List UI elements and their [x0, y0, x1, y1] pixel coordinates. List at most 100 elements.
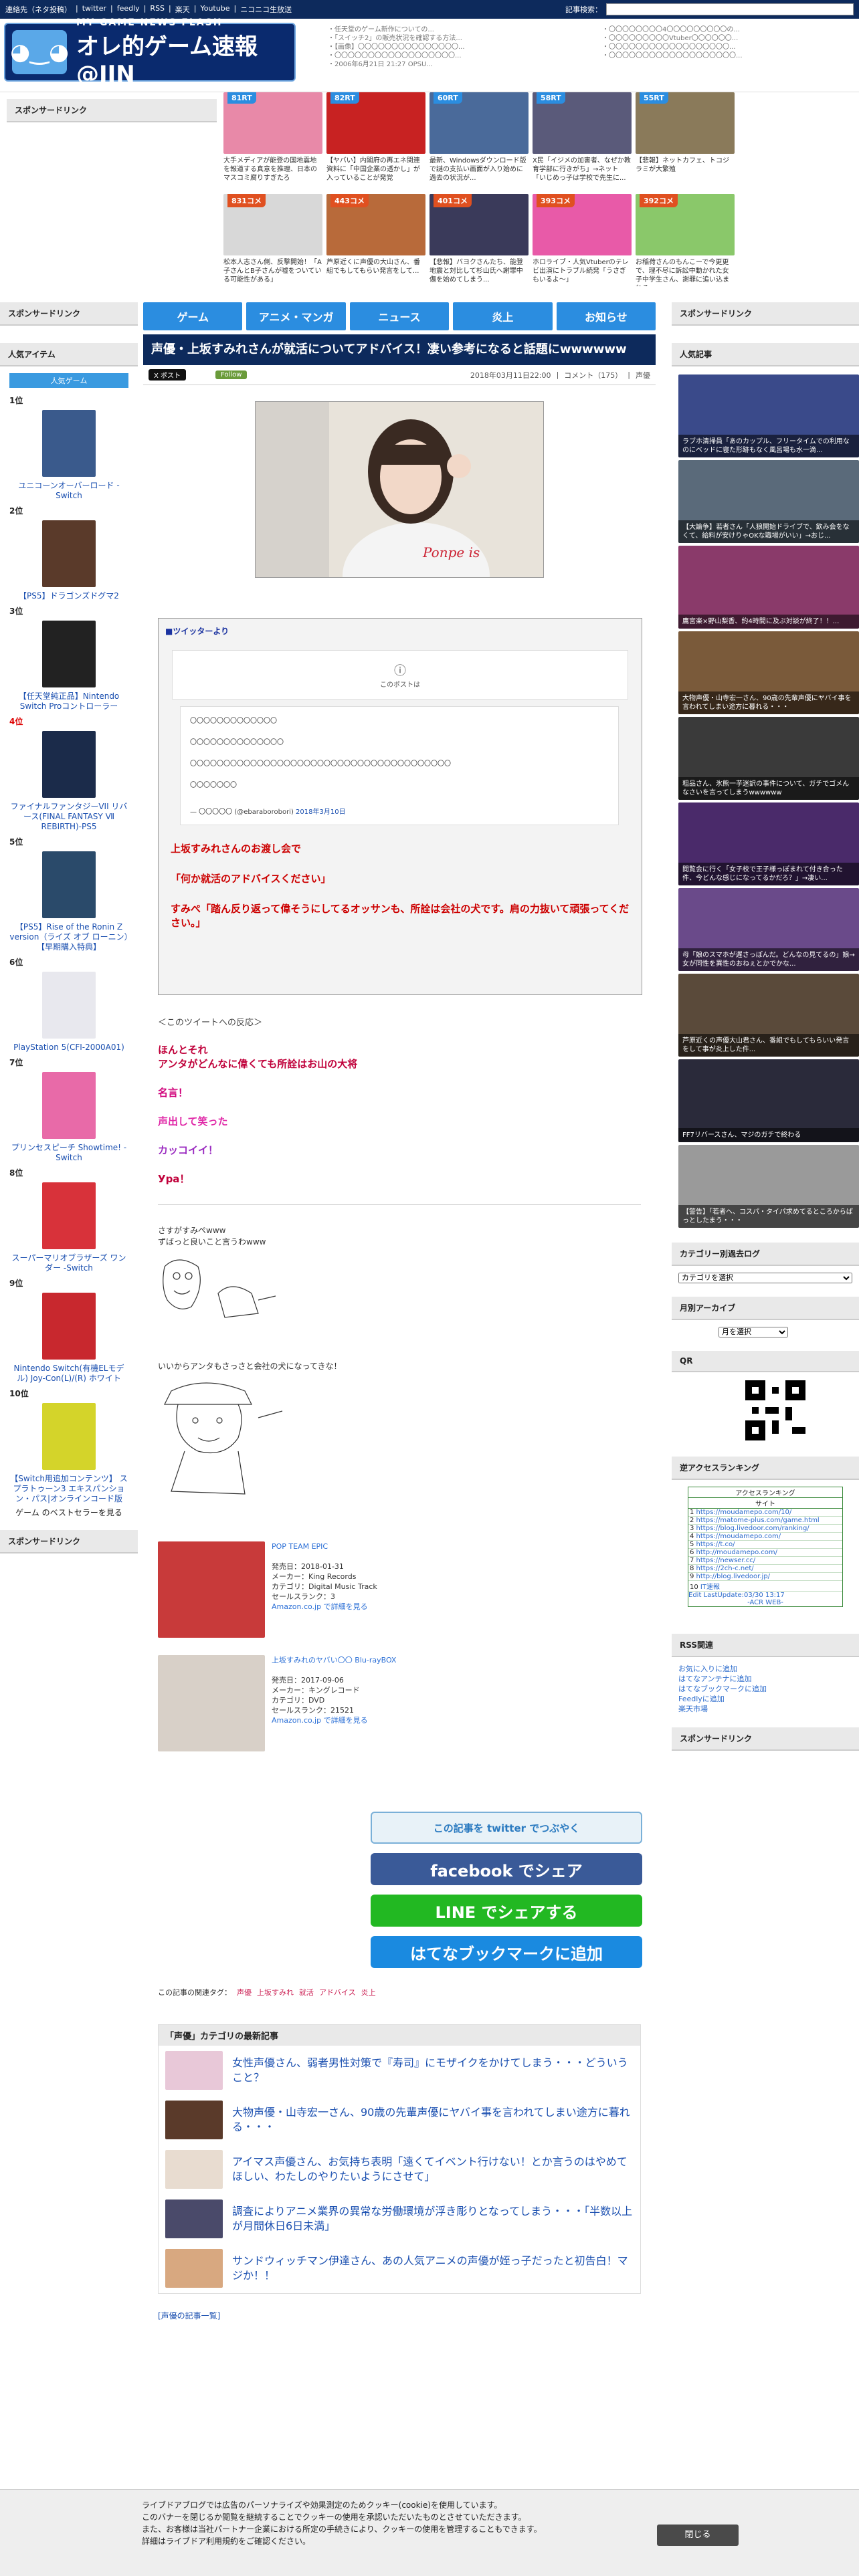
access-row[interactable]: 4 https://moudamepo.com/ — [688, 1533, 842, 1541]
share-button[interactable]: この記事を twitter でつぶやく — [371, 1812, 642, 1844]
product-name[interactable]: PlayStation 5(CFI-2000A01) — [9, 1043, 128, 1053]
access-link[interactable]: IT速報 — [700, 1584, 720, 1591]
access-link[interactable]: http://blog.livedoor.jp/ — [696, 1573, 770, 1580]
rss-link[interactable]: Feedlyに追加 — [678, 1694, 852, 1704]
latest-title[interactable]: サンドウィッチマン伊達さん、あの人気アニメの声優が姪っ子だったと初告白！マジか！… — [232, 2254, 634, 2283]
x-post-button[interactable]: X ポスト — [149, 369, 187, 381]
access-link[interactable]: https://2ch-c.net/ — [696, 1565, 754, 1572]
product-name[interactable]: ファイナルファンタジーVII リバース(FINAL FANTASY Ⅶ REBI… — [9, 802, 128, 832]
cookie-close-button[interactable]: 閉じる — [657, 2525, 739, 2546]
thumbnail-card[interactable]: 60RT 最新、Windowsダウンロード版で謎の支払い画面が入り始めに過去の状況… — [430, 92, 529, 186]
header-news-item[interactable]: ・【画像】〇〇〇〇〇〇〇〇〇〇〇〇〇〇〇... — [328, 43, 589, 51]
popular-item[interactable]: 9位 Nintendo Switch(有機ELモデル) Joy-Con(L)/(R… — [9, 1277, 128, 1384]
article-category[interactable]: 声優 — [636, 370, 650, 381]
latest-item[interactable]: 大物声優・山寺宏一さん、90歳の先輩声優にヤバイ事を言われてしまい途方に暮れる・… — [159, 2095, 640, 2145]
access-link[interactable]: https://t.co/ — [696, 1541, 735, 1548]
product-name[interactable]: ユニコーンオーバーロード -Switch — [9, 481, 128, 501]
access-row[interactable]: 3 https://blog.livedoor.com/ranking/ — [688, 1525, 842, 1533]
latest-item[interactable]: 調査によりアニメ業界の異常な労働環境が浮き彫りとなってしまう・・・「半数以上が月… — [159, 2194, 640, 2244]
tag-link[interactable]: 炎上 — [361, 1987, 376, 1998]
header-news-item[interactable]: ・〇〇〇〇〇〇〇〇〇〇〇〇〇〇〇〇〇〇... — [602, 43, 859, 51]
popular-article[interactable]: 母「娘のスマホが遅さっぽんだ。どんなの見てるの」娘→女が同性を異性のおねぇとかで… — [678, 888, 859, 971]
top-link[interactable]: twitter — [82, 4, 106, 15]
top-link[interactable]: 連絡先（ネタ投稿） — [5, 4, 72, 15]
access-link[interactable]: https://blog.livedoor.com/ranking/ — [696, 1525, 809, 1532]
nav-item[interactable]: 炎上 — [453, 302, 553, 330]
header-news-item[interactable]: ・2006年6月21日 21:27 OPSU... — [328, 60, 589, 69]
product-name[interactable]: 【任天堂純正品】Nintendo Switch Proコントローラー — [9, 691, 128, 712]
latest-title[interactable]: 調査によりアニメ業界の異常な労働環境が浮き彫りとなってしまう・・・「半数以上が月… — [232, 2204, 634, 2234]
access-link[interactable]: https://matome-plus.com/game.html — [696, 1517, 820, 1524]
top-link[interactable]: Youtube — [200, 4, 229, 15]
popular-article[interactable]: 芦原近くの声優大山君さん、番組でもしてもらいい発言をして事が炎上した件... — [678, 974, 859, 1057]
thumbnail-card[interactable]: 831コメ 松本人志さん側、反撃開始！「A子さんとB子さんが嘘をついている可能性が… — [223, 194, 322, 288]
header-news-item[interactable]: ・〇〇〇〇〇〇〇〇4〇〇〇〇〇〇〇〇〇の... — [602, 25, 859, 34]
popular-item[interactable]: 2位 【PS5】ドラゴンズドグマ2 — [9, 505, 128, 601]
thumbnail-card[interactable]: 55RT 【悲報】ネットカフェ、トコジラミが大繁殖 — [636, 92, 735, 186]
category-select[interactable]: カテゴリを選択 — [678, 1273, 852, 1283]
thumbnail-card[interactable]: 392コメ お稲荷さんのもんこーで今更更で、理不尽に訴訟中動かれた女子中学生さん、… — [636, 194, 735, 288]
popular-item[interactable]: 3位 【任天堂純正品】Nintendo Switch Proコントローラー — [9, 605, 128, 712]
product-title[interactable]: 上坂すみれのヤバい〇〇 Blu-rayBOX — [272, 1655, 396, 1665]
popular-article[interactable]: ラブホ清掃員「あのカップル、フリータイムでの利用なのにベッドに寝た形跡もなく風呂… — [678, 374, 859, 457]
product-title[interactable]: POP TEAM EPIC — [272, 1541, 377, 1551]
access-row[interactable]: 9 http://blog.livedoor.jp/ — [688, 1573, 842, 1581]
access-link[interactable]: https://moudamepo.com/10/ — [696, 1509, 792, 1516]
tag-link[interactable]: 声優 — [237, 1987, 252, 1998]
popular-article[interactable]: 【警告】「若者へ、コスパ・タイパ求めてるところからぱっとしたまう・・・ — [678, 1145, 859, 1228]
embedded-tweet[interactable]: 〇〇〇〇〇〇〇〇〇〇〇〇〇 〇〇〇〇〇〇〇〇〇〇〇〇〇〇 〇〇〇〇〇〇〇〇〇〇〇〇〇… — [180, 706, 619, 825]
popular-item[interactable]: 4位 ファイナルファンタジーVII リバース(FINAL FANTASY Ⅶ RE… — [9, 716, 128, 832]
access-row[interactable]: 2 https://matome-plus.com/game.html — [688, 1517, 842, 1525]
search-input[interactable] — [606, 3, 854, 15]
latest-item[interactable]: サンドウィッチマン伊達さん、あの人気アニメの声優が姪っ子だったと初告白！マジか！… — [159, 2244, 640, 2293]
top-link[interactable]: ニコニコ生放送 — [240, 4, 292, 15]
access-update[interactable]: Edit LastUpdate:03/30 13:17 — [688, 1592, 842, 1599]
rss-link[interactable]: はてなブックマークに追加 — [678, 1684, 852, 1694]
popular-article[interactable]: 粗品さん、氷熊一芋迷訳の事件について、ガチでゴメんなさいを言ってしまうwwwww… — [678, 717, 859, 800]
access-row[interactable]: 5 https://t.co/ — [688, 1541, 842, 1549]
share-button[interactable]: LINE でシェアする — [371, 1895, 642, 1927]
tag-link[interactable]: 就活 — [299, 1987, 314, 1998]
product-name[interactable]: プリンセスピーチ Showtime! -Switch — [9, 1143, 128, 1163]
ranking-link[interactable]: ゲーム のベストセラーを見る — [7, 1507, 131, 1518]
header-news-item[interactable]: ・〇〇〇〇〇〇〇〇〇〇〇〇〇〇〇〇〇〇... — [328, 51, 589, 60]
tag-link[interactable]: 上坂すみれ — [257, 1987, 294, 1998]
top-link[interactable]: feedly — [117, 4, 140, 15]
product-link[interactable]: Amazon.co.jp で詳細を見る — [272, 1602, 377, 1612]
latest-item[interactable]: 女性声優さん、弱者男性対策で『寿司』にモザイクをかけてしまう・・・どういうこと？ — [159, 2046, 640, 2095]
top-link[interactable]: RSS — [150, 4, 165, 15]
share-button[interactable]: はてなブックマークに追加 — [371, 1936, 642, 1968]
share-button[interactable]: facebook でシェア — [371, 1853, 642, 1885]
access-link[interactable]: http://moudamepo.com/ — [696, 1549, 777, 1556]
thumbnail-card[interactable]: 58RT X民「イジメの加害者、なぜか教育学部に行きがち」→ネット「いじめっ子は学… — [533, 92, 632, 186]
thumbnail-card[interactable]: 401コメ 【悲報】バヨクさんたち、能登地震と対比して杉山氏へ謝罪中傷を始めてしま… — [430, 194, 529, 288]
thumbnail-card[interactable]: 393コメ ホロライブ・人気Vtuberのテレビ出演にトラブル続発「うさぎもいるよ… — [533, 194, 632, 288]
popular-article[interactable]: 【大論争】若者さん「人狼開始ドライブで、飲み会をなくて、給料が安けりゃOKな職場… — [678, 460, 859, 543]
popular-item[interactable]: 6位 PlayStation 5(CFI-2000A01) — [9, 956, 128, 1053]
product-name[interactable]: 【PS5】ドラゴンズドグマ2 — [9, 591, 128, 601]
nav-item[interactable]: ゲーム — [143, 302, 243, 330]
rss-link[interactable]: はてなアンテナに追加 — [678, 1674, 852, 1684]
latest-item[interactable]: アイマス声優さん、お気持ち表明「遠くてイベント行けない！とか言うのはやめてほしい… — [159, 2145, 640, 2194]
archive-select[interactable]: 月を選択 — [719, 1327, 788, 1337]
popular-article[interactable]: FF7リバースさん、マジのガチで終わる — [678, 1059, 859, 1142]
popular-item[interactable]: 7位 プリンセスピーチ Showtime! -Switch — [9, 1057, 128, 1163]
popular-item[interactable]: 10位 【Switch用追加コンテンツ】 スプラトゥーン3 エキスパンション・パス… — [9, 1388, 128, 1504]
product-name[interactable]: 【PS5】Rise of the Ronin Z version（ライズ オブ … — [9, 922, 128, 952]
top-link[interactable]: 楽天 — [175, 4, 190, 15]
popular-item[interactable]: 8位 スーパーマリオブラザーズ ワンダー -Switch — [9, 1167, 128, 1273]
access-row[interactable]: 1 https://moudamepo.com/10/ — [688, 1509, 842, 1517]
latest-title[interactable]: 女性声優さん、弱者男性対策で『寿司』にモザイクをかけてしまう・・・どういうこと？ — [232, 2056, 634, 2085]
thumbnail-card[interactable]: 443コメ 芦原近くに声優の大山さん、番組でもしてもらい発言をして... — [326, 194, 425, 288]
popular-games-button[interactable]: 人気ゲーム — [9, 373, 128, 388]
product-link[interactable]: Amazon.co.jp で詳細を見る — [272, 1715, 396, 1725]
latest-title[interactable]: アイマス声優さん、お気持ち表明「遠くてイベント行けない！とか言うのはやめてほしい… — [232, 2155, 634, 2184]
popular-article[interactable]: 大物声優・山寺宏一さん、90歳の先輩声優にヤバイ事を言われてしまい途方に暮れる・… — [678, 631, 859, 714]
more-articles-link[interactable]: [声優の記事一覧] — [158, 2310, 641, 2321]
product-name[interactable]: スーパーマリオブラザーズ ワンダー -Switch — [9, 1253, 128, 1273]
popular-item[interactable]: 1位 ユニコーンオーバーロード -Switch — [9, 395, 128, 501]
latest-title[interactable]: 大物声優・山寺宏一さん、90歳の先輩声優にヤバイ事を言われてしまい途方に暮れる・… — [232, 2105, 634, 2135]
nav-item[interactable]: アニメ・マンガ — [246, 302, 346, 330]
header-news-item[interactable]: ・〇〇〇〇〇〇〇〇〇〇〇〇〇〇〇〇〇〇〇... — [602, 51, 859, 60]
access-link[interactable]: https://newser.cc/ — [696, 1557, 756, 1564]
